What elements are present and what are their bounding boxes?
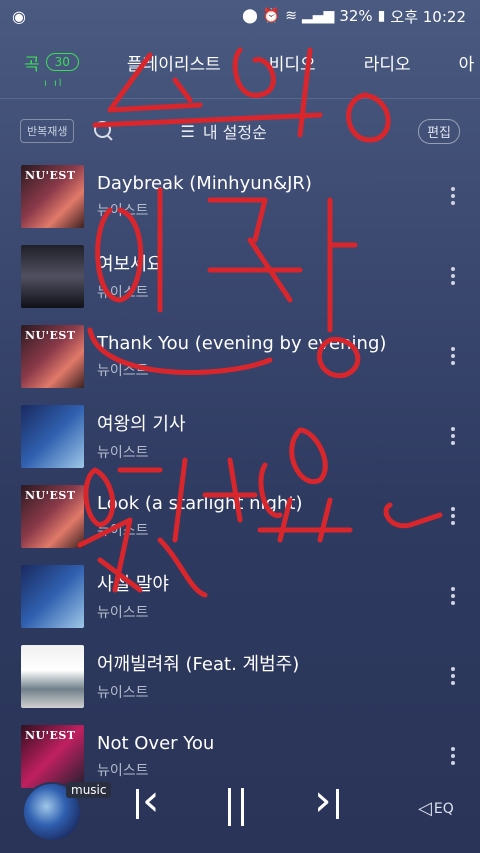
tab-bar: 곡 30 플레이리스트 비디오 라디오 아 xyxy=(0,32,480,92)
tab-songs-label: 곡 xyxy=(24,54,40,75)
track-artist: 뉴이스트 xyxy=(97,605,149,621)
album-cover: NU'EST xyxy=(21,484,84,548)
pause-icon[interactable] xyxy=(228,788,244,835)
track-title: Thank You (evening by evening) xyxy=(97,332,387,354)
previous-icon[interactable] xyxy=(136,775,162,828)
sort-label: 내 설정순 xyxy=(202,123,267,142)
track-title: 사실 말야 xyxy=(97,574,169,595)
album-cover xyxy=(21,404,84,468)
album-cover: NU'EST xyxy=(21,324,84,388)
track-artist: 뉴이스트 xyxy=(97,522,149,539)
eq-button[interactable]: ◁ EQ xyxy=(418,798,454,819)
battery-icon: ▮ xyxy=(377,8,386,24)
more-options-icon[interactable] xyxy=(438,587,468,605)
tab-videos[interactable]: 비디오 xyxy=(269,50,316,75)
more-options-icon[interactable] xyxy=(438,747,468,765)
more-options-icon[interactable] xyxy=(438,187,468,205)
repeat-button[interactable]: 반복재생 xyxy=(20,119,75,143)
next-icon[interactable] xyxy=(314,775,340,828)
song-count-badge: 30 xyxy=(45,53,79,71)
list-toolbar: 반복재생 ☰ 내 설정순 편집 xyxy=(0,99,480,163)
status-bar: ◉ ⬤ ⏰ ≋ ▂▄▆ 32% ▮ 오후 10:22 xyxy=(0,0,480,32)
more-options-icon[interactable] xyxy=(438,347,468,365)
signal-icon: ▂▄▆ xyxy=(302,8,335,24)
track-artist: 뉴이스트 xyxy=(97,285,149,301)
speaker-icon: ◁ xyxy=(418,798,432,819)
edit-button[interactable]: 편집 xyxy=(418,118,460,144)
track-row[interactable]: NU'EST Daybreak (Minhyun&JR) 뉴이스트 xyxy=(0,156,480,236)
track-artist: 뉴이스트 xyxy=(97,202,149,219)
track-artist: 뉴이스트 xyxy=(97,685,149,701)
battery-text: 32% xyxy=(339,7,373,25)
track-list: NU'EST Daybreak (Minhyun&JR) 뉴이스트 여보세요 뉴이스… xyxy=(0,156,480,796)
more-options-icon[interactable] xyxy=(438,427,468,445)
sliders-icon: ☰ xyxy=(180,121,195,141)
equalizer-indicator-icon: ı ıl xyxy=(44,78,64,89)
clock: 오후 10:22 xyxy=(390,7,466,26)
album-cover: NU'EST xyxy=(21,164,84,228)
eq-label: EQ xyxy=(433,800,454,817)
alarm-icon: ⏰ xyxy=(262,8,281,24)
track-title: 어깨빌려줘 (Feat. 계범주) xyxy=(97,654,300,675)
search-icon[interactable] xyxy=(94,121,114,141)
app-ring-icon: ◉ xyxy=(12,6,26,26)
album-cover xyxy=(21,564,84,628)
track-title: Look (a starlight night) xyxy=(97,492,303,514)
track-row[interactable]: 사실 말야뉴이스트 xyxy=(0,556,480,636)
music-tag: music xyxy=(66,782,112,798)
tab-songs[interactable]: 곡 30 xyxy=(24,50,79,75)
track-row[interactable]: 여왕의 기사뉴이스트 xyxy=(0,396,480,476)
sort-button[interactable]: ☰ 내 설정순 xyxy=(180,119,266,143)
mini-player: music ◁ EQ xyxy=(0,770,480,853)
track-title: Daybreak (Minhyun&JR) xyxy=(97,172,312,194)
track-artist: 뉴이스트 xyxy=(97,445,149,461)
tab-playlists[interactable]: 플레이리스트 xyxy=(127,50,221,75)
track-artist: 뉴이스트 xyxy=(97,362,149,379)
more-options-icon[interactable] xyxy=(438,267,468,285)
more-options-icon[interactable] xyxy=(438,667,468,685)
track-title: 여보세요 xyxy=(97,254,164,275)
album-cover xyxy=(21,244,84,308)
tab-radio[interactable]: 라디오 xyxy=(364,50,411,75)
track-title: Not Over You xyxy=(97,732,215,754)
location-icon: ⬤ xyxy=(242,8,258,24)
track-row[interactable]: NU'EST Thank You (evening by evening) 뉴이스… xyxy=(0,316,480,396)
track-row[interactable]: NU'EST Look (a starlight night) 뉴이스트 xyxy=(0,476,480,556)
tab-more[interactable]: 아 xyxy=(459,50,475,75)
wifi-icon: ≋ xyxy=(285,8,298,24)
track-row[interactable]: 여보세요뉴이스트 xyxy=(0,236,480,316)
track-row[interactable]: 어깨빌려줘 (Feat. 계범주) 뉴이스트 xyxy=(0,636,480,716)
more-options-icon[interactable] xyxy=(438,507,468,525)
album-cover xyxy=(21,644,84,708)
track-title: 여왕의 기사 xyxy=(97,414,186,435)
